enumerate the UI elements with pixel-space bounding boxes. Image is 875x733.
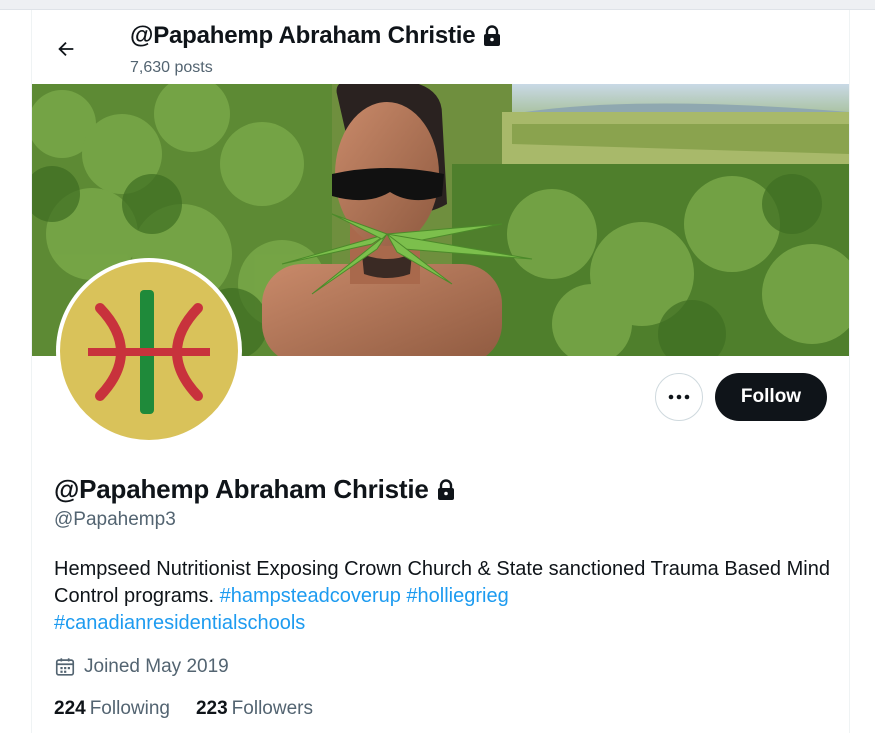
hashtag-link[interactable]: #canadianresidentialschools [54, 612, 305, 634]
more-horizontal-icon [668, 394, 690, 400]
back-button[interactable] [46, 31, 86, 67]
profile-avatar[interactable] [56, 258, 242, 444]
joined-date: Joined May 2019 [54, 656, 229, 678]
arrow-left-icon [58, 41, 74, 57]
profile-header: @Papahemp Abraham Christie 7,630 posts [32, 10, 849, 84]
hashtag-link[interactable]: #hampsteadcoverup [220, 585, 401, 607]
posts-count: 7,630 posts [130, 59, 213, 76]
more-options-button[interactable] [655, 373, 703, 421]
joined-text: Joined May 2019 [84, 656, 229, 677]
following-count: 224 [54, 698, 86, 719]
display-name: @Papahemp Abraham Christie [54, 474, 456, 505]
following-link[interactable]: 224 Following [54, 698, 170, 720]
following-label: Following [89, 698, 170, 719]
followers-link[interactable]: 223 Followers [196, 698, 313, 720]
lock-icon [436, 478, 456, 501]
follow-button[interactable]: Follow [715, 373, 827, 421]
display-name-text: @Papahemp Abraham Christie [54, 474, 429, 504]
follow-stats: 224 Following 223 Followers [54, 698, 339, 720]
user-handle: @Papahemp3 [54, 509, 176, 530]
profile-bio: Hempseed Nutritionist Exposing Crown Chu… [54, 556, 834, 637]
header-title-text: @Papahemp Abraham Christie [130, 22, 476, 49]
followers-label: Followers [231, 698, 313, 719]
browser-top-strip [0, 0, 875, 10]
header-title: @Papahemp Abraham Christie [130, 22, 502, 50]
followers-count: 223 [195, 698, 228, 719]
lock-icon [482, 25, 502, 47]
hashtag-link[interactable]: #holliegrieg [406, 585, 508, 607]
calendar-icon [55, 658, 75, 676]
avatar-image [60, 262, 238, 440]
profile-column: @Papahemp Abraham Christie 7,630 posts F… [31, 10, 850, 733]
